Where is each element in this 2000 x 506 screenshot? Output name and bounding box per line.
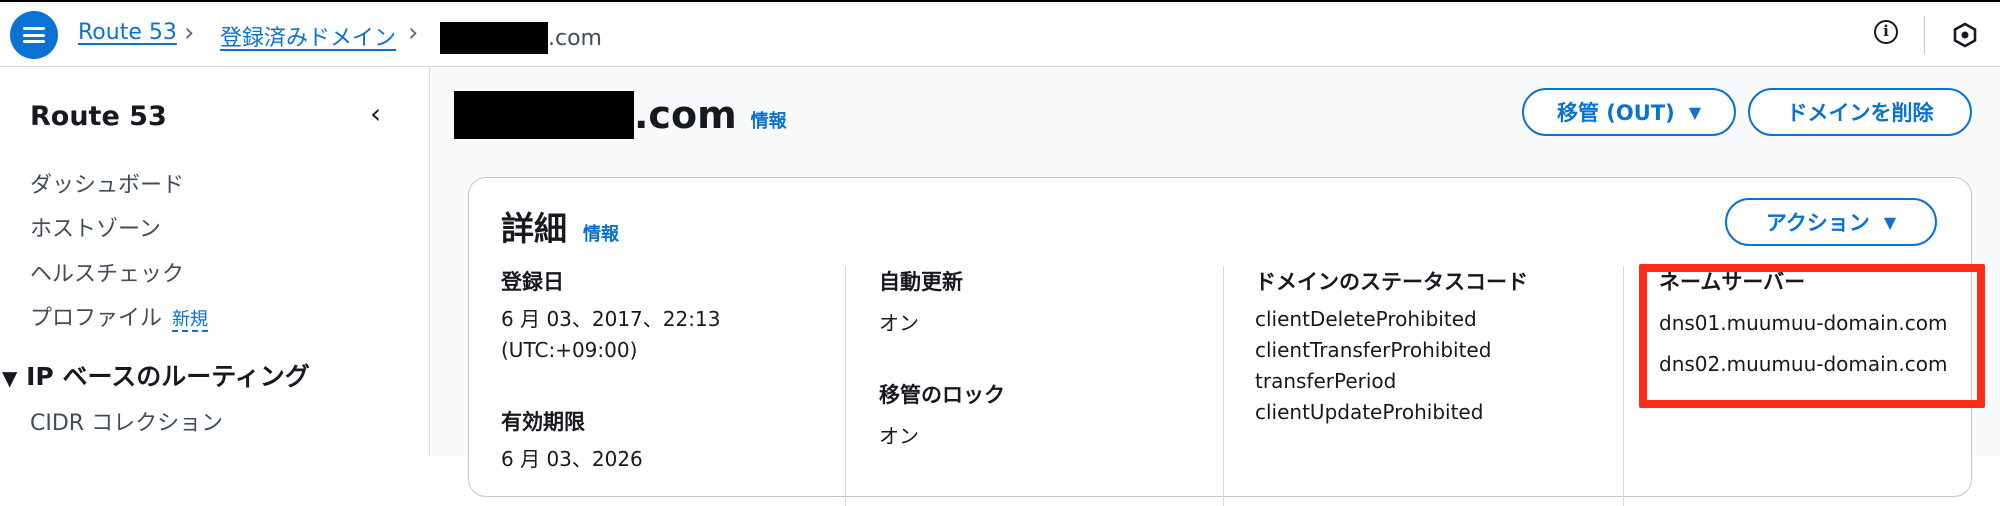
caret-down-icon: ▼ [1688, 102, 1702, 122]
registration-date-label: 登録日 [501, 270, 564, 294]
expiration-value: 6 月 03、2026 [501, 447, 643, 471]
sidebar-item-profiles[interactable]: プロファイル 新規 [30, 300, 209, 332]
actions-button[interactable]: アクション ▼ [1725, 198, 1937, 246]
auto-renew-label: 自動更新 [879, 270, 963, 294]
chevron-right-icon: › [184, 18, 195, 48]
transfer-lock-value: オン [879, 424, 919, 448]
registration-date-column: 登録日 6 月 03、2017、22:13 (UTC:+09:00) 有効期限 … [501, 266, 720, 475]
sidebar-item-health-checks[interactable]: ヘルスチェック [30, 256, 184, 288]
sidebar-title: Route 53 [30, 101, 167, 132]
status-code-item: clientTransferProhibited [1255, 338, 1492, 362]
card-title-text: 詳細 [501, 209, 567, 248]
redacted-block [440, 22, 548, 54]
transfer-out-button[interactable]: 移管 (OUT) ▼ [1522, 88, 1736, 136]
details-card: 詳細 情報 アクション ▼ 登録日 6 月 03、2017、22:13 (UTC… [468, 177, 1985, 506]
auto-renew-value: オン [879, 311, 919, 335]
section-label: IP ベースのルーティング [26, 362, 310, 391]
menu-icon[interactable] [10, 11, 58, 59]
info-link[interactable]: 情報 [583, 220, 619, 246]
red-highlight-box [1639, 264, 1985, 408]
divider [1924, 16, 1925, 54]
divider [845, 266, 846, 506]
sidebar-item-label: プロファイル [30, 306, 163, 331]
caret-down-icon: ▼ [2, 366, 18, 390]
button-label: ドメインを削除 [1786, 101, 1934, 125]
sidebar-item-cidr-collections[interactable]: CIDR コレクション [30, 405, 223, 437]
divider [1623, 266, 1624, 506]
sidebar-section-ip-routing[interactable]: ▼ IP ベースのルーティング [2, 357, 310, 393]
new-badge[interactable]: 新規 [172, 309, 209, 332]
chevron-right-icon: › [408, 18, 419, 48]
sidebar: Route 53 ‹ ダッシュボード ホストゾーン ヘルスチェック プロファイル… [0, 67, 430, 456]
page-title: .com 情報 [454, 91, 787, 139]
breadcrumb-current-domain: .com [440, 22, 602, 54]
status-codes-column: ドメインのステータスコード clientDeleteProhibited cli… [1255, 266, 1528, 428]
status-code-item: clientDeleteProhibited [1255, 307, 1477, 331]
auto-renew-column: 自動更新 オン 移管のロック オン [879, 266, 1005, 452]
button-label: アクション [1765, 211, 1870, 235]
main-content: .com 情報 移管 (OUT) ▼ ドメインを削除 詳細 情報 アクション ▼… [430, 67, 2000, 506]
sidebar-item-hosted-zones[interactable]: ホストゾーン [30, 211, 161, 243]
domain-suffix: .com [548, 25, 602, 51]
caret-down-icon: ▼ [1883, 212, 1897, 232]
expiration-label: 有効期限 [501, 410, 585, 434]
status-codes-label: ドメインのステータスコード [1255, 270, 1528, 294]
details-title: 詳細 情報 [501, 202, 619, 250]
transfer-lock-label: 移管のロック [879, 383, 1005, 407]
redacted-block [454, 91, 634, 139]
status-code-item: transferPeriod [1255, 369, 1397, 393]
registration-date-value: 6 月 03、2017、22:13 [501, 307, 721, 331]
divider [1223, 266, 1224, 506]
delete-domain-button[interactable]: ドメインを削除 [1748, 88, 1972, 136]
button-label: 移管 (OUT) [1556, 101, 1675, 125]
domain-suffix: .com [634, 93, 737, 137]
registration-timezone: (UTC:+09:00) [501, 338, 638, 362]
sidebar-item-dashboard[interactable]: ダッシュボード [30, 167, 184, 199]
info-link[interactable]: 情報 [751, 107, 787, 133]
top-navigation-bar: Route 53 › 登録済みドメイン › .com i [0, 0, 2000, 67]
breadcrumb-registered-domains[interactable]: 登録済みドメイン [220, 20, 396, 52]
chevron-left-icon[interactable]: ‹ [370, 97, 381, 130]
breadcrumb-route53[interactable]: Route 53 [78, 20, 177, 45]
info-icon[interactable]: i [1874, 20, 1898, 44]
hexagon-icon[interactable] [1952, 22, 1978, 48]
status-code-item: clientUpdateProhibited [1255, 400, 1484, 424]
